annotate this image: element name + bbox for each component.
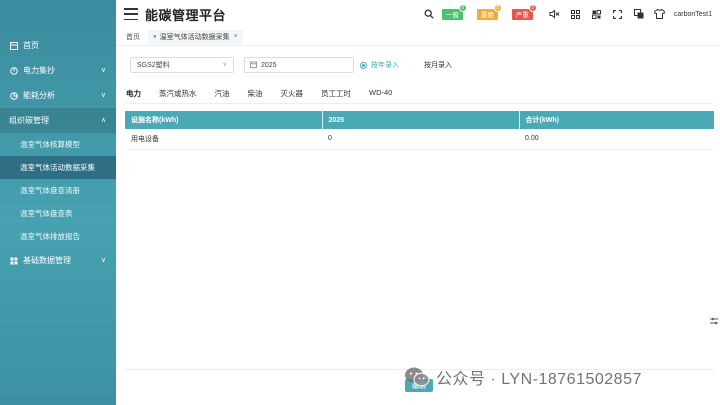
calendar-icon xyxy=(250,61,257,70)
watermark-text: 公众号 · LYN-18761502857 xyxy=(436,371,642,388)
sidebar-menu: 首页 电力集抄 ∨ 能耗分析 ∨ 组织碳管理 ∧ 温室气体核算模型 温室气体活动… xyxy=(0,33,116,273)
alert-level-label: 一般 xyxy=(445,12,459,19)
tab-activity-data[interactable]: ● 温室气体活动数据采集 × xyxy=(148,29,243,44)
logo-area xyxy=(0,0,116,30)
header-actions: 一般 0 重要 0 严重 0 carbonTest1 xyxy=(414,0,712,28)
power-icon xyxy=(9,66,18,75)
radio-checked-icon xyxy=(360,61,367,69)
chevron-down-icon: ∨ xyxy=(100,257,106,264)
year-picker[interactable]: 2025 xyxy=(244,57,354,73)
table-cell: 0 xyxy=(322,129,519,150)
sidebar-item-org-carbon[interactable]: 组织碳管理 ∧ xyxy=(0,108,116,133)
category-tabs: 电力 蒸汽或热水 汽油 柴油 灭火器 员工工时 WD-40 xyxy=(126,87,410,104)
sidebar-item-home[interactable]: 首页 xyxy=(0,33,116,58)
sidebar-subitem-inventory-table[interactable]: 温室气体盘查表 xyxy=(0,202,116,225)
chevron-down-icon: ∨ xyxy=(100,67,106,74)
radio-by-month[interactable]: 按月录入 xyxy=(413,60,452,70)
tab-diesel[interactable]: 柴油 xyxy=(248,87,263,104)
alert-level-label: 重要 xyxy=(480,12,494,19)
org-select-value: SGS2塑料 xyxy=(137,62,170,69)
divider xyxy=(126,103,713,104)
tab-wd40[interactable]: WD-40 xyxy=(369,87,392,104)
sidebar-item-label: 首页 xyxy=(23,41,39,50)
menu-toggle-icon[interactable] xyxy=(124,8,138,20)
chevron-down-icon: ∨ xyxy=(222,62,227,68)
close-icon[interactable]: × xyxy=(234,33,238,40)
chevron-down-icon: ∨ xyxy=(100,92,106,99)
tab-gasoline[interactable]: 汽油 xyxy=(215,87,230,104)
wechat-logo-icon xyxy=(404,366,430,388)
filter-bar: SGS2塑料 ∨ 2025 按年录入 按月录入 xyxy=(130,57,452,73)
org-select[interactable]: SGS2塑料 ∨ xyxy=(130,57,234,73)
tab-home[interactable]: 首页 xyxy=(126,32,140,42)
database-icon xyxy=(9,256,18,265)
sidebar-item-power[interactable]: 电力集抄 ∨ xyxy=(0,58,116,83)
sidebar-item-label: 基础数据管理 xyxy=(23,256,71,265)
year-value: 2025 xyxy=(261,61,277,69)
shirt-icon[interactable] xyxy=(654,8,666,20)
table-row: 用电设备 0 0.00 xyxy=(125,129,714,150)
tab-bar: 首页 ● 温室气体活动数据采集 × xyxy=(116,28,720,46)
column-header: 设施名称(kWh) xyxy=(125,111,323,129)
tab-fire-extinguisher[interactable]: 灭火器 xyxy=(281,87,304,104)
settings-sliders-icon[interactable] xyxy=(710,317,718,325)
radio-unchecked-icon xyxy=(413,62,420,69)
alert-level-important[interactable]: 重要 0 xyxy=(476,3,502,20)
alert-level-label: 严重 xyxy=(515,12,529,19)
sidebar-item-label: 组织碳管理 xyxy=(9,116,49,125)
alert-level-normal[interactable]: 一般 0 xyxy=(441,3,467,20)
sidebar-subitem-inventory-list[interactable]: 温室气体盘查清册 xyxy=(0,179,116,202)
sidebar-subitem-accounting-model[interactable]: 温室气体核算模型 xyxy=(0,133,116,156)
sidebar-subitem-activity-data[interactable]: 温室气体活动数据采集 xyxy=(0,156,116,179)
table-header-row: 设施名称(kWh) 2025 合计(kWh) xyxy=(125,111,714,129)
main-content: SGS2塑料 ∨ 2025 按年录入 按月录入 电力 蒸汽或热水 汽油 柴油 灭… xyxy=(116,47,720,405)
top-header: 能碳管理平台 一般 0 重要 0 严重 0 carbonTest1 xyxy=(116,0,720,28)
search-icon[interactable] xyxy=(423,8,435,20)
radio-label: 按年录入 xyxy=(371,62,399,69)
table-cell: 用电设备 xyxy=(125,129,322,150)
home-icon xyxy=(9,41,18,50)
grid-icon[interactable] xyxy=(570,8,582,20)
mute-icon[interactable] xyxy=(549,8,561,20)
sidebar-item-energy-analysis[interactable]: 能耗分析 ∨ xyxy=(0,83,116,108)
tab-electricity[interactable]: 电力 xyxy=(126,87,141,104)
table-cell: 0.00 xyxy=(519,129,714,150)
radio-by-year[interactable]: 按年录入 xyxy=(360,60,399,70)
sidebar-item-label: 电力集抄 xyxy=(23,66,55,75)
translate-icon[interactable] xyxy=(633,8,645,20)
page-title: 能碳管理平台 xyxy=(145,7,227,23)
active-dot-icon: ● xyxy=(153,33,157,40)
tab-employee-hours[interactable]: 员工工时 xyxy=(321,87,351,104)
radio-label: 按月录入 xyxy=(424,62,452,69)
sidebar-item-base-data[interactable]: 基础数据管理 ∨ xyxy=(0,248,116,273)
alert-count-badge: 0 xyxy=(458,3,467,12)
tab-label: 温室气体活动数据采集 xyxy=(159,33,230,41)
alert-count-badge: 0 xyxy=(528,3,537,12)
user-menu[interactable]: carbonTest1 xyxy=(674,11,712,18)
column-header: 合计(kWh) xyxy=(519,111,714,129)
alert-level-severe[interactable]: 严重 0 xyxy=(511,3,537,20)
watermark: 公众号 · LYN-18761502857 xyxy=(404,365,642,389)
column-header: 2025 xyxy=(322,111,520,129)
sidebar-item-label: 能耗分析 xyxy=(23,91,55,100)
chevron-up-icon: ∧ xyxy=(100,117,106,124)
sidebar: 首页 电力集抄 ∨ 能耗分析 ∨ 组织碳管理 ∧ 温室气体核算模型 温室气体活动… xyxy=(0,0,116,405)
sidebar-subitem-emission-report[interactable]: 温室气体排放报告 xyxy=(0,225,116,248)
chart-icon xyxy=(9,91,18,100)
alert-count-badge: 0 xyxy=(493,3,502,12)
data-table: 设施名称(kWh) 2025 合计(kWh) 用电设备 0 0.00 xyxy=(125,111,714,150)
qrcode-icon[interactable] xyxy=(591,8,603,20)
tab-steam-hot-water[interactable]: 蒸汽或热水 xyxy=(159,87,197,104)
fullscreen-icon[interactable] xyxy=(612,8,624,20)
